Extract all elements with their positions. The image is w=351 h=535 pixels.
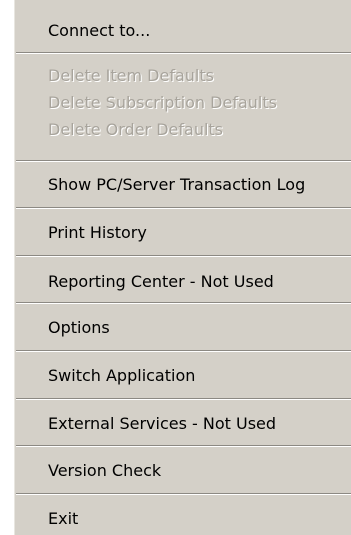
- menu-item-label: Delete Subscription Defaults: [48, 93, 277, 112]
- menu-item-delete-item-defaults[interactable]: Delete Item Defaults: [14, 62, 351, 90]
- menu-item-reporting-center[interactable]: Reporting Center - Not Used: [14, 268, 351, 296]
- menu-separator: [16, 398, 351, 400]
- menu-item-label: Show PC/Server Transaction Log: [48, 175, 306, 194]
- menu-separator: [16, 493, 351, 495]
- menu-separator: [16, 350, 351, 352]
- menu-item-label: Version Check: [48, 461, 162, 480]
- menu-item-label: Delete Item Defaults: [48, 66, 214, 85]
- menu-item-show-transaction-log[interactable]: Show PC/Server Transaction Log: [14, 171, 351, 199]
- menu-item-options[interactable]: Options: [14, 314, 351, 342]
- menu-item-delete-order-defaults[interactable]: Delete Order Defaults: [14, 116, 351, 144]
- menu-item-print-history[interactable]: Print History: [14, 219, 351, 247]
- menu-item-label: Print History: [48, 223, 147, 242]
- menu-item-external-services[interactable]: External Services - Not Used: [14, 410, 351, 438]
- menu-item-label: Exit: [48, 509, 79, 528]
- menu-item-exit[interactable]: Exit: [14, 505, 351, 533]
- menu-item-label: Switch Application: [48, 366, 196, 385]
- menu-item-label: Reporting Center - Not Used: [48, 272, 274, 291]
- menu-item-label: Options: [48, 318, 110, 337]
- menu-separator: [16, 207, 351, 209]
- menu-separator: [16, 52, 351, 54]
- menu-item-label: External Services - Not Used: [48, 414, 277, 433]
- menu-separator: [16, 255, 351, 257]
- context-menu: Connect to... Delete Item Defaults Delet…: [12, 0, 351, 535]
- menu-item-label: Connect to...: [48, 21, 151, 40]
- menu-separator: [16, 445, 351, 447]
- menu-separator: [16, 160, 351, 162]
- menu-separator: [16, 302, 351, 304]
- menu-item-version-check[interactable]: Version Check: [14, 457, 351, 485]
- menu-item-switch-application[interactable]: Switch Application: [14, 362, 351, 390]
- menu-item-delete-subscription-defaults[interactable]: Delete Subscription Defaults: [14, 89, 351, 117]
- menu-item-connect-to[interactable]: Connect to...: [14, 17, 351, 45]
- menu-item-label: Delete Order Defaults: [48, 120, 224, 139]
